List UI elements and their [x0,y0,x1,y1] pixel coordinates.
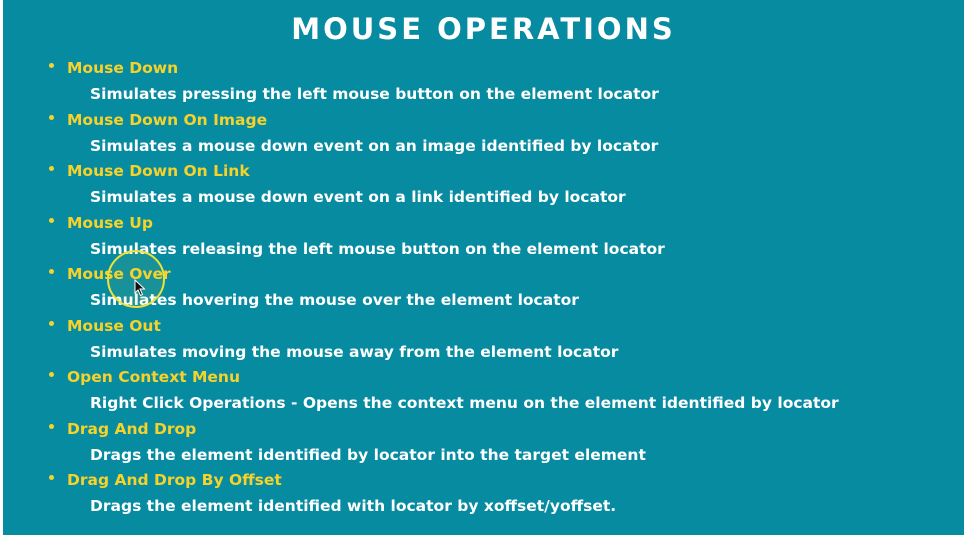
item-heading: Drag And Drop By Offset [67,471,282,489]
item-description: Right Click Operations - Opens the conte… [90,394,839,412]
item-heading: Mouse Out [67,316,161,335]
item-heading: Mouse Up [67,213,153,232]
bullet-icon [49,320,54,326]
item-description: Simulates releasing the left mouse butto… [90,239,665,258]
bullet-icon [49,372,54,377]
item-description: Simulates pressing the left mouse button… [90,85,659,103]
presentation-slide: MOUSE OPERATIONS Mouse Down Simulates pr… [3,0,964,535]
item-heading: Mouse Down [67,59,179,77]
mouse-pointer-icon [134,279,146,297]
bullet-icon [49,475,54,480]
item-description: Simulates a mouse down event on a link i… [90,188,626,206]
bullet-icon [49,269,54,274]
slide-title: MOUSE OPERATIONS [291,12,676,46]
item-description: Drags the element identified with locato… [90,497,617,515]
item-description: Simulates moving the mouse away from the… [90,342,619,361]
item-description: Simulates hovering the mouse over the el… [90,291,579,309]
item-description: Drags the element identified by locator … [90,445,646,464]
bullet-icon [49,114,54,120]
item-heading: Drag And Drop [67,419,197,438]
bullet-icon [49,423,54,429]
item-heading: Open Context Menu [67,368,241,386]
bullet-icon [49,217,54,223]
bullet-icon [49,166,54,171]
item-heading: Mouse Down On Image [67,110,268,129]
bullet-icon [49,63,54,68]
item-description: Simulates a mouse down event on an image… [90,136,659,155]
item-heading: Mouse Down On Link [67,162,250,180]
